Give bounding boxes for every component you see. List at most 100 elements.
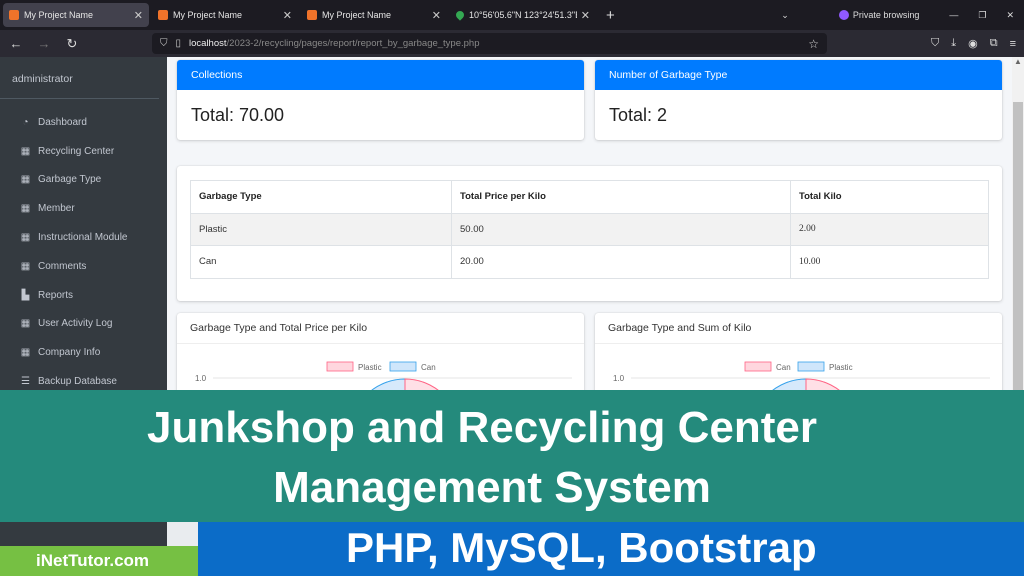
table-cell: Can [190,245,452,279]
table-header-row: Garbage Type Total Price per Kilo Total … [190,180,989,214]
xampp-icon [9,10,19,20]
forward-button[interactable]: → [32,36,56,51]
xampp-icon [158,10,168,20]
private-browsing-indicator: Private browsing [838,9,920,21]
back-button[interactable]: ← [4,36,28,51]
column-header[interactable]: Total Price per Kilo [451,180,791,214]
close-icon[interactable]: ✕ [283,9,292,22]
account-icon[interactable]: ◉ [968,37,978,50]
url-host: localhost [189,38,227,49]
sidebar-item-label: Instructional Module [38,232,128,244]
table-cell: 20.00 [451,245,791,279]
brand-banner: iNetTutor.com [0,546,198,576]
sidebar-item-label: Recycling Center [38,145,115,157]
table-cell: 50.00 [451,212,791,246]
legend-swatch-plastic[interactable] [326,361,354,372]
title-banner: Junkshop and Recycling Center Management… [0,390,1024,522]
new-tab-button[interactable]: + [606,7,615,24]
browser-tab[interactable]: My Project Name ✕ [3,3,149,27]
building-icon: ▦ [20,174,31,186]
building-icon: ▦ [20,232,31,244]
y-tick-label: 1.0 [613,374,625,383]
collections-card: Collections Total: 70.00 [177,60,584,140]
sidebar-item-label: Company Info [38,347,101,359]
private-mask-icon [838,10,849,21]
table-cell: Plastic [190,212,452,246]
page-icon: ▯ [175,38,182,49]
sidebar-item-label: Reports [38,289,74,301]
table-cell: 10.00 [790,245,989,279]
tab-title: My Project Name [322,10,392,20]
collections-card-title: Collections [177,60,584,90]
close-icon[interactable]: ✕ [432,9,441,22]
private-browsing-label: Private browsing [852,9,920,20]
minimize-button[interactable]: — [949,10,958,20]
tab-list-chevron-icon[interactable]: ⌄ [781,10,789,21]
price-chart-title: Garbage Type and Total Price per Kilo [177,313,584,344]
banner-title-line2: Management System [273,463,711,512]
sidebar-user[interactable]: administrator [0,57,159,99]
sidebar-item-comments[interactable]: ▦ Comments [0,252,167,281]
sidebar-item-label: Garbage Type [38,174,102,186]
bookmark-star-icon[interactable]: ☆ [808,37,819,51]
building-icon: ▦ [20,203,31,215]
chart-bar-icon: ▙ [21,289,30,301]
legend-label[interactable]: Can [421,363,436,372]
legend-swatch-can[interactable] [744,361,772,372]
sidebar-item-label: Comments [38,260,87,272]
tech-banner: PHP, MySQL, Bootstrap [198,522,1024,576]
tab-title: My Project Name [24,10,94,20]
table-row: Can 20.00 10.00 [190,245,989,279]
scrollbar-thumb[interactable] [1013,102,1023,392]
tachometer-icon: ◔ [22,116,29,128]
table-row: Plastic 50.00 2.00 [190,212,989,246]
download-icon[interactable]: ⤓ [951,37,956,50]
sidebar-item-recycling-center[interactable]: ▦ Recycling Center [0,137,167,166]
sidebar-item-instructional-module[interactable]: ▦ Instructional Module [0,223,167,252]
garbage-type-count-total: Total: 2 [609,105,668,125]
menu-icon[interactable]: ≡ [1010,38,1016,50]
garbage-type-count-card: Number of Garbage Type Total: 2 [595,60,1002,140]
extensions-icon[interactable]: ⧉ [990,37,998,50]
report-table-card: Garbage Type Total Price per Kilo Total … [177,166,1002,301]
sidebar-item-company-info[interactable]: ▦ Company Info [0,338,167,367]
browser-tab[interactable]: 10°56'05.6"N 123°24'51.3"E - G ✕ [450,3,596,27]
sidebar-item-member[interactable]: ▦ Member [0,194,167,223]
xampp-icon [307,10,317,20]
tech-stack-label: PHP, MySQL, Bootstrap [346,524,817,571]
legend-label[interactable]: Plastic [829,363,853,372]
close-icon[interactable]: ✕ [134,9,143,22]
column-header[interactable]: Garbage Type [190,180,452,214]
window-close-button[interactable]: ✕ [1006,10,1014,21]
browser-tab[interactable]: My Project Name ✕ [152,3,298,27]
close-icon[interactable]: ✕ [581,9,590,22]
sidebar-menu: ◔ Dashboard ▦ Recycling Center ▦ Garbage Ty… [0,108,167,396]
building-icon: ▦ [20,318,31,330]
legend-label[interactable]: Can [776,363,791,372]
sidebar-item-user-activity-log[interactable]: ▦ User Activity Log [0,310,167,339]
collections-total: Total: 70.00 [191,105,285,125]
shield-icon[interactable]: ⛉ [160,38,168,49]
legend-swatch-can[interactable] [389,361,417,372]
reload-button[interactable]: ↻ [60,36,84,52]
address-bar[interactable]: ⛉ ▯ localhost/2023-2/recycling/pages/rep… [152,33,827,54]
banner-title-line1: Junkshop and Recycling Center [147,403,817,452]
sidebar-item-dashboard[interactable]: ◔ Dashboard [0,108,167,137]
pocket-icon[interactable]: ⛉ [931,37,939,50]
report-table: Garbage Type Total Price per Kilo Total … [190,180,989,279]
scroll-up-icon[interactable]: ▲ [1014,57,1022,66]
brand-label: iNetTutor.com [36,551,150,570]
table-cell: 2.00 [790,212,989,246]
column-header[interactable]: Total Kilo [790,180,989,214]
tab-title: 10°56'05.6"N 123°24'51.3"E - G [469,10,577,20]
kilo-chart-title: Garbage Type and Sum of Kilo [595,313,1002,344]
restore-button[interactable]: ❐ [978,10,986,21]
browser-tab-bar: My Project Name ✕ My Project Name ✕ My P… [0,0,1024,30]
sidebar-item-garbage-type[interactable]: ▦ Garbage Type [0,166,167,195]
browser-tab[interactable]: My Project Name ✕ [301,3,447,27]
sidebar-bottom-strip [0,522,167,546]
legend-swatch-plastic[interactable] [797,361,825,372]
legend-label[interactable]: Plastic [358,363,382,372]
sidebar-item-reports[interactable]: ▙ Reports [0,281,167,310]
page-scrollbar[interactable]: ▲ [1012,57,1024,397]
